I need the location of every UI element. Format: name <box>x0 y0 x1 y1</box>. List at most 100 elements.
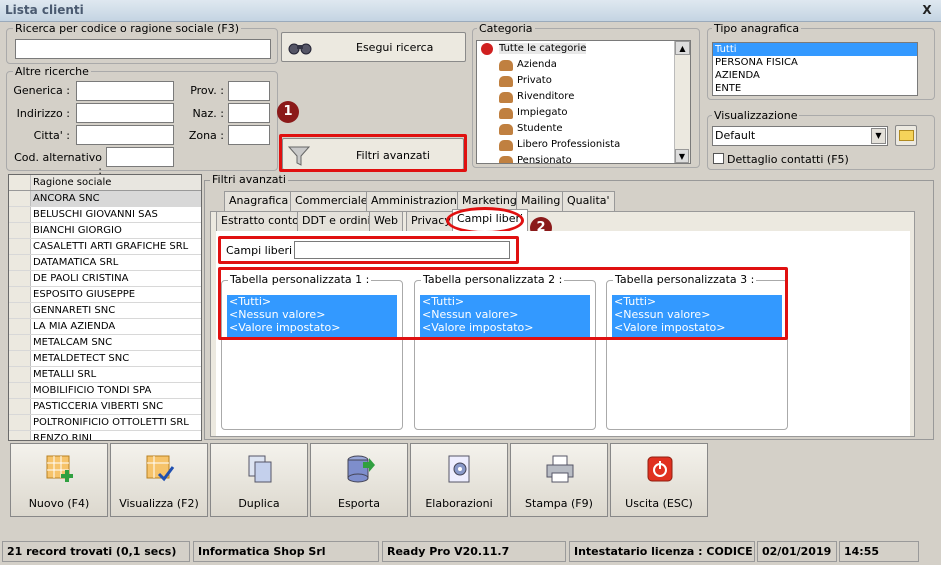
title-bar: Lista clienti X <box>0 0 941 22</box>
generica-label: Generica : <box>13 84 70 97</box>
generica-input[interactable] <box>76 81 174 101</box>
tipo-item[interactable]: PERSONA FISICA <box>713 56 917 69</box>
users-icon <box>499 108 513 119</box>
categoria-label: Categoria <box>477 22 535 35</box>
table-row[interactable]: ANCORA SNC <box>31 191 100 206</box>
table-row[interactable]: POLTRONIFICIO OTTOLETTI SRL <box>31 415 189 430</box>
status-version: Ready Pro V20.11.7 <box>382 541 566 562</box>
badge-1: 1 <box>277 101 299 123</box>
categoria-scrollbar[interactable]: ▲ ▼ <box>674 41 690 163</box>
stampa-button[interactable]: Stampa (F9) <box>510 443 608 517</box>
zona-input[interactable] <box>228 125 270 145</box>
search-label: Ricerca per codice o ragione sociale (F3… <box>13 22 242 35</box>
scroll-up-icon[interactable]: ▲ <box>675 41 690 55</box>
category-item[interactable]: Impiegato <box>477 105 675 121</box>
table-row[interactable]: BELUSCHI GIOVANNI SAS <box>31 207 158 222</box>
uscita-button[interactable]: Uscita (ESC) <box>610 443 708 517</box>
dettaglio-label: Dettaglio contatti (F5) <box>727 153 849 166</box>
tab-qualita[interactable]: Qualita' <box>562 191 615 211</box>
table-row[interactable]: DE PAOLI CRISTINA <box>31 271 128 286</box>
table-row[interactable]: PASTICCERIA VIBERTI SNC <box>31 399 163 414</box>
tab-ddt-ordini[interactable]: DDT e ordini <box>297 211 376 231</box>
status-bar: 21 record trovati (0,1 secs) Informatica… <box>0 538 941 565</box>
table-row[interactable]: RENZO RINI <box>31 431 92 440</box>
cod-alternativo-input[interactable] <box>106 147 174 167</box>
highlight-filtri-avanzati <box>279 134 467 172</box>
binoculars-icon <box>288 43 312 55</box>
search-input[interactable] <box>15 39 271 59</box>
category-item[interactable]: Pensionato <box>477 153 675 163</box>
tab-anagrafica[interactable]: Anagrafica <box>224 191 294 211</box>
users-icon <box>499 60 513 71</box>
esporta-button[interactable]: Esporta <box>310 443 408 517</box>
close-button[interactable]: X <box>919 3 935 18</box>
dettaglio-checkbox[interactable] <box>713 153 724 164</box>
duplica-button[interactable]: Duplica <box>210 443 308 517</box>
table-row[interactable]: LA MIA AZIENDA <box>31 319 115 334</box>
tab-commerciale[interactable]: Commerciale <box>290 191 373 211</box>
table-row[interactable]: MOBILIFICIO TONDI SPA <box>31 383 151 398</box>
column-header-ragione-sociale[interactable]: Ragione sociale <box>31 175 111 190</box>
prov-input[interactable] <box>228 81 270 101</box>
naz-input[interactable] <box>228 103 270 123</box>
users-icon <box>499 124 513 135</box>
highlight-tabelle <box>218 267 788 340</box>
category-item[interactable]: Privato <box>477 73 675 89</box>
elaborazioni-button[interactable]: Elaborazioni <box>410 443 508 517</box>
users-icon <box>499 140 513 151</box>
folder-icon <box>899 130 914 141</box>
categoria-list[interactable]: Tutte le categorie Azienda Privato Riven… <box>476 40 691 164</box>
tab-mailing[interactable]: Mailing <box>516 191 566 211</box>
tipo-item[interactable]: Tutti <box>713 43 917 56</box>
chevron-down-icon[interactable]: ▼ <box>871 128 886 144</box>
status-time: 14:55 <box>839 541 919 562</box>
nuovo-button[interactable]: Nuovo (F4) <box>10 443 108 517</box>
users-icon <box>499 76 513 87</box>
table-row[interactable]: ESPOSITO GIUSEPPE <box>31 287 135 302</box>
category-item[interactable]: Rivenditore <box>477 89 675 105</box>
export-database-icon <box>347 455 375 483</box>
visualizza-button[interactable]: Visualizza (F2) <box>110 443 208 517</box>
folder-button[interactable] <box>895 125 917 146</box>
esegui-ricerca-button[interactable]: Esegui ricerca <box>281 32 466 62</box>
tab-amministrazione[interactable]: Amministrazione <box>366 191 469 211</box>
table-row[interactable]: METALDETECT SNC <box>31 351 129 366</box>
indirizzo-input[interactable] <box>76 103 174 123</box>
tipo-item[interactable]: AZIENDA <box>713 69 917 82</box>
category-item[interactable]: Libero Professionista <box>477 137 675 153</box>
table-row[interactable]: DATAMATICA SRL <box>31 255 118 270</box>
power-icon <box>647 456 673 482</box>
citta-label: Citta' : <box>33 129 70 142</box>
visualizzazione-label: Visualizzazione <box>712 109 800 122</box>
tipo-list[interactable]: Tutti PERSONA FISICA AZIENDA ENTE <box>712 42 918 96</box>
altre-ricerche-label: Altre ricerche <box>13 65 91 78</box>
category-item[interactable]: Tutte le categorie <box>477 41 675 57</box>
table-row[interactable]: CASALETTI ARTI GRAFICHE SRL <box>31 239 188 254</box>
citta-input[interactable] <box>76 125 174 145</box>
users-icon <box>499 156 513 163</box>
filtri-avanzati-panel-label: Filtri avanzati <box>210 173 288 186</box>
table-row[interactable]: GENNARETI SNC <box>31 303 115 318</box>
category-item[interactable]: Azienda <box>477 57 675 73</box>
tab-estratto-conto[interactable]: Estratto conto <box>216 211 304 231</box>
table-row[interactable]: METALCAM SNC <box>31 335 112 350</box>
strawberry-icon <box>481 43 493 55</box>
window-title: Lista clienti <box>5 3 84 17</box>
users-icon <box>499 92 513 103</box>
tab-web[interactable]: Web <box>369 211 403 231</box>
status-records: 21 record trovati (0,1 secs) <box>2 541 190 562</box>
tipo-item[interactable]: ENTE <box>713 82 917 95</box>
add-grid-icon <box>46 455 73 482</box>
table-row[interactable]: METALLI SRL <box>31 367 96 382</box>
category-item[interactable]: Studente <box>477 121 675 137</box>
table-row[interactable]: BIANCHI GIORGIO <box>31 223 122 238</box>
indirizzo-label: Indirizzo : <box>16 107 70 120</box>
search-group: Ricerca per codice o ragione sociale (F3… <box>6 22 278 64</box>
highlight-campi-liberi-field <box>218 236 519 264</box>
clienti-grid[interactable]: Ragione sociale ANCORA SNC BELUSCHI GIOV… <box>8 174 202 441</box>
status-date: 02/01/2019 <box>757 541 837 562</box>
tipo-label: Tipo anagrafica <box>712 22 802 35</box>
visualizzazione-select[interactable]: Default ▼ <box>712 126 888 146</box>
esegui-ricerca-label: Esegui ricerca <box>356 41 434 54</box>
scroll-down-icon[interactable]: ▼ <box>675 149 689 163</box>
